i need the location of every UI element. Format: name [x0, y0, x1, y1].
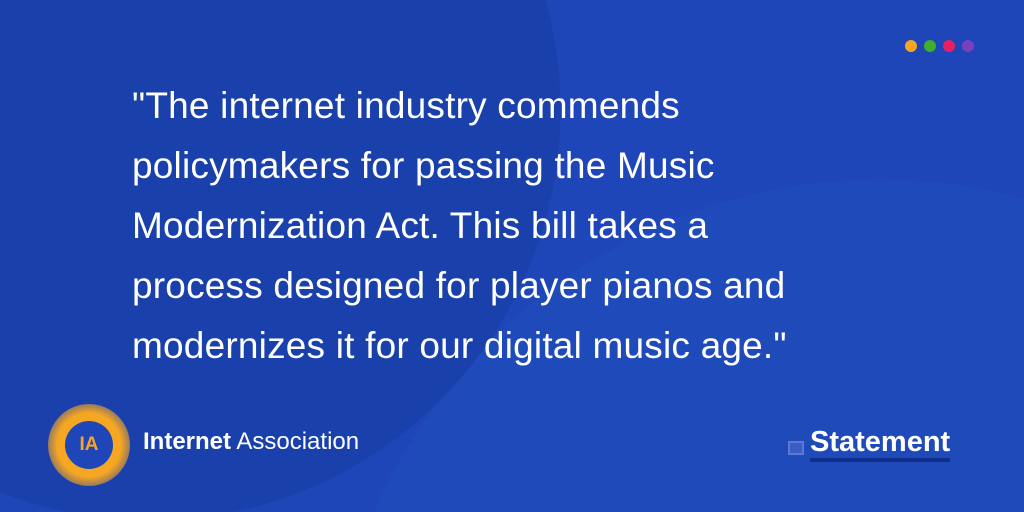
brand-name: Internet Association: [143, 428, 359, 456]
dot-purple: [962, 40, 974, 52]
dot-orange: [905, 40, 917, 52]
quote-line: modernizes it for our digital music age.…: [132, 325, 787, 366]
dot-pink: [943, 40, 955, 52]
brand-name-rest: Association: [236, 428, 360, 455]
dot-green: [924, 40, 936, 52]
quote-line: policymakers for passing the Music: [132, 145, 715, 186]
statement-label: Statement: [810, 426, 951, 462]
quote-line: Modernization Act. This bill takes a: [132, 205, 709, 246]
quote-line: process designed for player pianos and: [132, 265, 786, 306]
square-icon: [788, 441, 804, 455]
quote-text: "The internet industry commends policyma…: [132, 76, 952, 376]
logo-initials: IA: [65, 421, 113, 469]
quote-line: "The internet industry commends: [132, 85, 680, 126]
ia-logo: IA: [48, 404, 130, 486]
brand-name-bold: Internet: [143, 428, 232, 455]
statement-badge: Statement: [788, 426, 951, 462]
color-dots: [905, 40, 974, 52]
